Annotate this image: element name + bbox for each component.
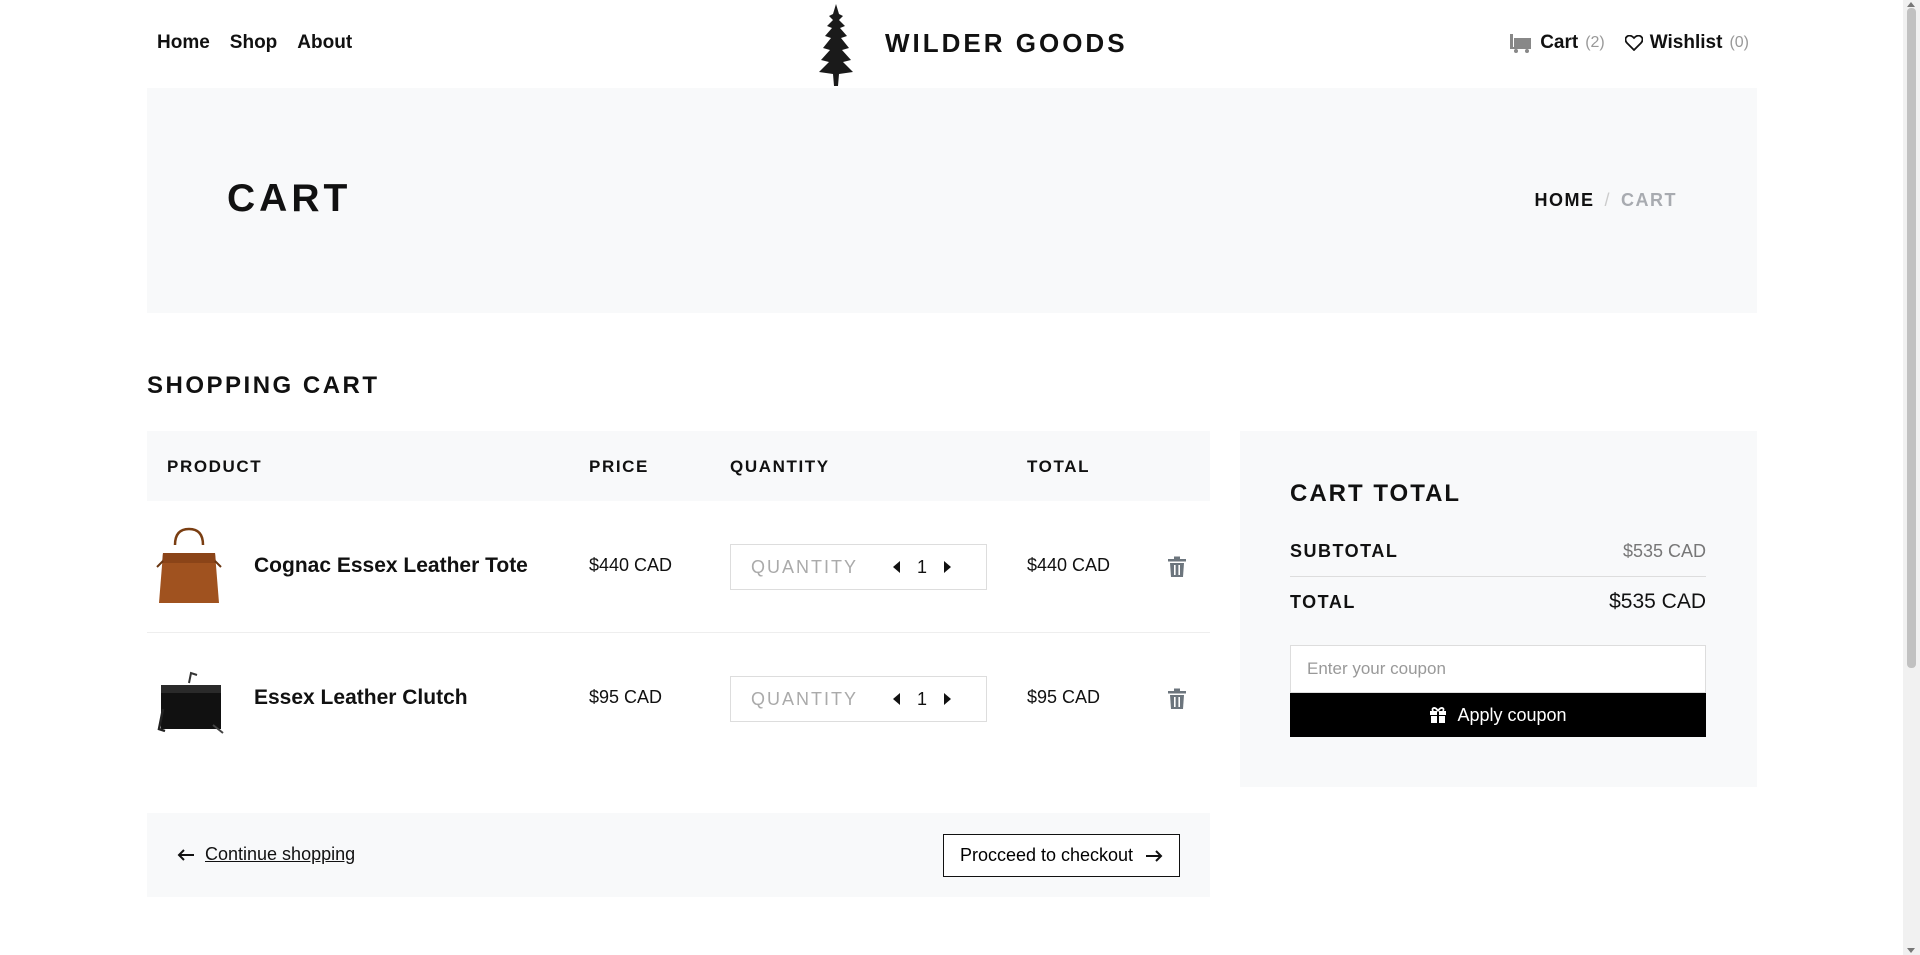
breadcrumb-home[interactable]: HOME <box>1534 190 1594 210</box>
product-name[interactable]: Essex Leather Clutch <box>254 686 468 710</box>
checkout-label: Procceed to checkout <box>959 845 1134 865</box>
gift-icon <box>1430 707 1447 723</box>
breadcrumb-separator: / <box>1604 190 1611 210</box>
breadcrumb: HOME / CART <box>1534 190 1677 211</box>
table-row: Cognac Essex Leather Tote $440 CAD QUANT… <box>147 501 1210 633</box>
col-quantity: QUANTITY <box>730 457 830 476</box>
nav-home-link[interactable]: Home <box>157 32 210 54</box>
quantity-placeholder: QUANTITY <box>751 556 859 577</box>
apply-coupon-button[interactable]: Apply coupon <box>1290 693 1706 737</box>
cart-icon <box>1510 34 1532 53</box>
cart-link[interactable]: Cart (2) <box>1509 32 1605 54</box>
wishlist-count: (0) <box>1729 34 1749 51</box>
col-price: PRICE <box>589 457 649 476</box>
main-nav: Home Shop About <box>157 32 352 54</box>
apply-coupon-label: Apply coupon <box>1457 704 1567 725</box>
subtotal-row: SUBTOTAL $535 CAD <box>1290 541 1706 577</box>
table-row: Essex Leather Clutch $95 CAD QUANTITY 1 … <box>147 633 1210 765</box>
quantity-value[interactable]: 1 <box>907 689 937 710</box>
quantity-placeholder: QUANTITY <box>751 688 859 709</box>
nav-about-link[interactable]: About <box>297 32 352 54</box>
arrow-left-icon <box>177 848 194 861</box>
scroll-down-icon[interactable] <box>1907 948 1915 953</box>
clutch-bag-icon[interactable] <box>153 659 225 737</box>
continue-shopping-link[interactable]: Continue shopping <box>177 844 355 865</box>
increase-quantity-icon[interactable] <box>937 557 957 577</box>
header-actions: Cart (2) Wishlist (0) <box>1509 32 1749 54</box>
section-title: SHOPPING CART <box>147 372 380 399</box>
arrow-right-icon <box>1146 849 1163 862</box>
scrollbar-thumb[interactable] <box>1907 8 1916 668</box>
col-total: TOTAL <box>1027 457 1091 476</box>
decrease-quantity-icon[interactable] <box>887 689 907 709</box>
table-header: PRODUCT PRICE QUANTITY TOTAL <box>147 431 1210 501</box>
breadcrumb-current: CART <box>1621 190 1677 210</box>
continue-shopping-label: Continue shopping <box>205 844 356 864</box>
trash-icon[interactable] <box>1167 688 1187 710</box>
page-hero: CART HOME / CART <box>147 88 1757 313</box>
col-product: PRODUCT <box>167 457 263 476</box>
wishlist-label: Wishlist <box>1649 32 1723 53</box>
coupon-input[interactable] <box>1290 645 1706 693</box>
cart-actions: Continue shopping Procceed to checkout <box>147 813 1210 897</box>
total-label: TOTAL <box>1290 591 1356 612</box>
wishlist-link[interactable]: Wishlist (0) <box>1624 32 1749 54</box>
quantity-stepper: QUANTITY 1 <box>730 544 987 590</box>
total-row: TOTAL $535 CAD <box>1290 590 1706 614</box>
quantity-stepper: QUANTITY 1 <box>730 676 987 722</box>
cart-count: (2) <box>1585 34 1605 51</box>
line-total: $95 CAD <box>1027 687 1101 707</box>
line-total: $440 CAD <box>1027 555 1111 575</box>
cart-table: PRODUCT PRICE QUANTITY TOTAL Cognac Esse… <box>147 431 1210 765</box>
subtotal-value: $535 CAD <box>1622 541 1706 561</box>
page-title: CART <box>227 177 352 220</box>
brand-name: WILDER GOODS <box>885 28 1128 58</box>
checkout-button[interactable]: Procceed to checkout <box>943 834 1180 877</box>
trash-icon[interactable] <box>1167 556 1187 578</box>
page-scrollbar[interactable] <box>1903 0 1920 955</box>
increase-quantity-icon[interactable] <box>937 689 957 709</box>
cart-total-panel: CART TOTAL SUBTOTAL $535 CAD TOTAL $535 … <box>1240 431 1757 787</box>
brand-logo[interactable]: WILDER GOODS <box>815 2 1128 88</box>
pine-tree-icon <box>819 4 853 86</box>
cart-total-title: CART TOTAL <box>1290 480 1462 507</box>
cart-label: Cart <box>1540 32 1579 53</box>
quantity-value[interactable]: 1 <box>907 557 937 578</box>
tote-bag-icon[interactable] <box>153 527 225 605</box>
decrease-quantity-icon[interactable] <box>887 557 907 577</box>
heart-icon <box>1624 35 1643 51</box>
product-price: $95 CAD <box>589 687 663 707</box>
product-price: $440 CAD <box>589 555 673 575</box>
total-value: $535 CAD <box>1609 590 1706 613</box>
scroll-up-icon[interactable] <box>1907 2 1915 7</box>
product-name[interactable]: Cognac Essex Leather Tote <box>254 554 528 578</box>
nav-shop-link[interactable]: Shop <box>230 32 278 54</box>
subtotal-label: SUBTOTAL <box>1290 541 1399 561</box>
